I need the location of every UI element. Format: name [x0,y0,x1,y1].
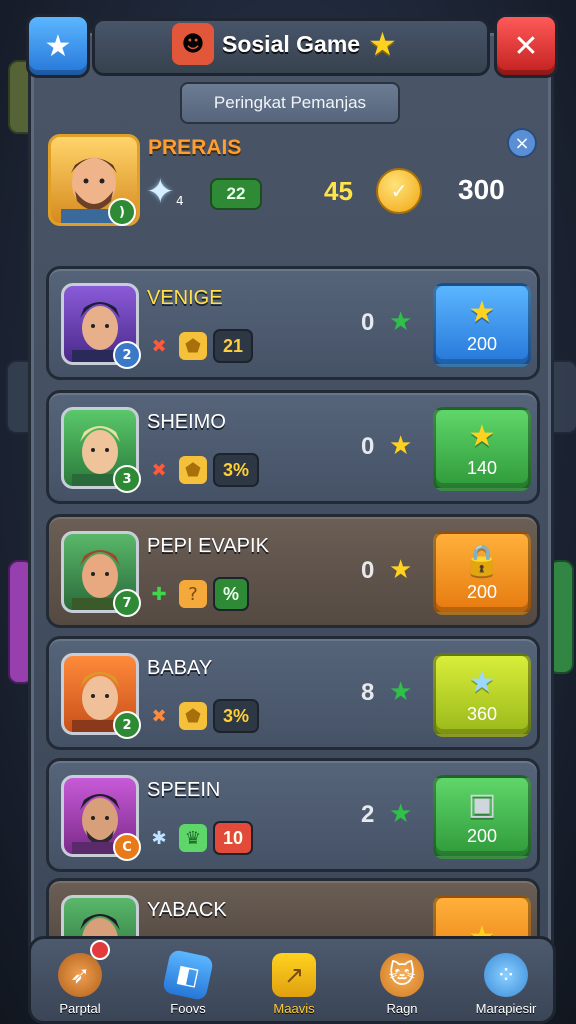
shield-icon: ⬟ [179,702,207,730]
rank-badge: 2 [113,711,141,739]
row-score: 0 [361,557,375,584]
plus-icon: ✚ [151,583,167,605]
app-title-row: ☻ Sosial Game ★ [172,22,412,66]
nav-item-marapiesir[interactable]: ⁘ Marapiesir [458,944,554,1016]
nav-label: Marapiesir [475,1001,537,1016]
gem-icon: ✦ [146,172,175,212]
row-player-name: VENIGE [147,287,223,309]
nav-label: Maavis [273,1001,315,1016]
row-player-name: BABAY [147,657,213,679]
rank-badge: 3 [113,465,141,493]
player-total: 300 [458,174,505,205]
row-stat: 10 [213,821,254,855]
arrow-icon: ➶ [58,953,102,997]
reward-button[interactable]: ▣ 200 [433,775,531,859]
player-gem-count: 22 [210,178,262,210]
shield-icon: ⬟ [179,332,207,360]
row-stat: % [213,577,250,611]
reward-value: 200 [466,826,498,846]
nav-item-foovs[interactable]: ◧ Foovs [140,944,236,1016]
player-score: 45 [324,176,353,206]
row-badges: ✚ ? % [145,577,250,611]
row-badges: ✖ ⬟ 21 [145,329,254,363]
row-score: 0 [361,309,375,336]
green-star-icon: ★ [389,307,413,337]
close-x-icon: ✕ [513,28,539,64]
player-name: PRERAIS [148,136,242,159]
row-player-name: YABACK [147,899,227,921]
snowflake-icon: ✱ [151,827,167,849]
reward-button[interactable]: ★ 140 [433,407,531,491]
leaderboard-row[interactable]: 7 PEPI EVAPIK ✚ ? % 0 ★ 🔒 200 [46,514,540,628]
close-button[interactable]: ✕ [494,14,558,78]
row-badges: ✖ ⬟ 3% [145,453,260,487]
reward-value: 140 [466,458,498,478]
row-stat: 21 [213,329,254,363]
player-level-badge: ) [108,198,136,226]
star-icon: ★ [368,25,397,63]
leaderboard-row[interactable]: C SPEEIN ✱ ♛ 10 2 ★ ▣ 200 [46,758,540,872]
nav-item-ragn[interactable]: 🐱 Ragn [354,944,450,1016]
leaderboard-tab[interactable]: Peringkat Pemanjas [180,82,400,124]
red-cross-icon: ✖ [151,459,167,481]
notification-dot [90,940,110,960]
reward-value: 200 [466,334,498,354]
reward-button[interactable]: ★ 200 [433,283,531,367]
row-badges: ✖ ⬟ 3% [145,699,260,733]
dots-icon: ⁘ [484,953,528,997]
blue-star-icon: ★ [468,665,496,700]
row-player-name: SHEIMO [147,411,226,433]
nav-item-portal[interactable]: ➶ Parptal [32,940,128,1016]
reward-value: 200 [466,582,498,602]
coin-icon: ✓ [376,168,422,214]
leaderboard-row[interactable]: 2 BABAY ✖ ⬟ 3% 8 ★ ★ 360 [46,636,540,750]
mascot-logo-icon: ☻ [172,23,214,65]
nav-label: Foovs [170,1001,206,1016]
row-stat: 3% [213,699,260,733]
nav-item-maavis[interactable]: ↗ Maavis [246,944,342,1016]
app-title: Sosial Game [222,30,361,57]
nav-label: Parptal [59,1001,101,1016]
gem-count-marker: 4 [176,194,184,208]
crown-icon: ♛ [179,824,207,852]
dismiss-icon[interactable]: × [507,128,537,158]
row-score: 2 [361,801,375,828]
bandage-icon: ✖ [151,705,167,727]
row-player-name: SPEEIN [147,779,221,801]
row-score: 0 [361,433,375,460]
leaderboard-row[interactable]: 3 SHEIMO ✖ ⬟ 3% 0 ★ ★ 140 [46,390,540,504]
lock-icon: 🔒 [463,543,501,578]
shield-icon: ⬟ [179,456,207,484]
nav-label: Ragn [386,1001,418,1016]
row-score: 8 [361,679,375,706]
red-cross-icon: ✖ [151,335,167,357]
rank-badge: C [113,833,141,861]
cat-icon: 🐱 [380,953,424,997]
rank-badge: 7 [113,589,141,617]
reward-button[interactable]: 🔒 200 [433,531,531,615]
star-badge-icon: ★ [44,28,72,64]
green-star-icon: ★ [389,677,413,707]
question-icon: ? [179,580,207,608]
green-star-icon: ★ [389,799,413,829]
gold-star-icon: ★ [389,431,413,461]
leaderboard-row[interactable]: 2 VENIGE ✖ ⬟ 21 0 ★ ★ 200 [46,266,540,380]
star-icon: ★ [468,295,496,330]
star-icon: ★ [468,419,496,454]
menu-button[interactable]: ★ [26,14,90,78]
row-player-name: PEPI EVAPIK [147,535,269,557]
gold-star-icon: ★ [389,555,413,585]
row-badges: ✱ ♛ 10 [145,821,254,855]
reward-button[interactable]: ★ 360 [433,653,531,737]
row-stat: 3% [213,453,260,487]
rank-badge: 2 [113,341,141,369]
cube-icon: ◧ [161,948,215,1002]
arrow-fold-icon: ↗ [272,953,316,997]
reward-value: 360 [466,704,498,724]
document-icon: ▣ [467,787,497,822]
